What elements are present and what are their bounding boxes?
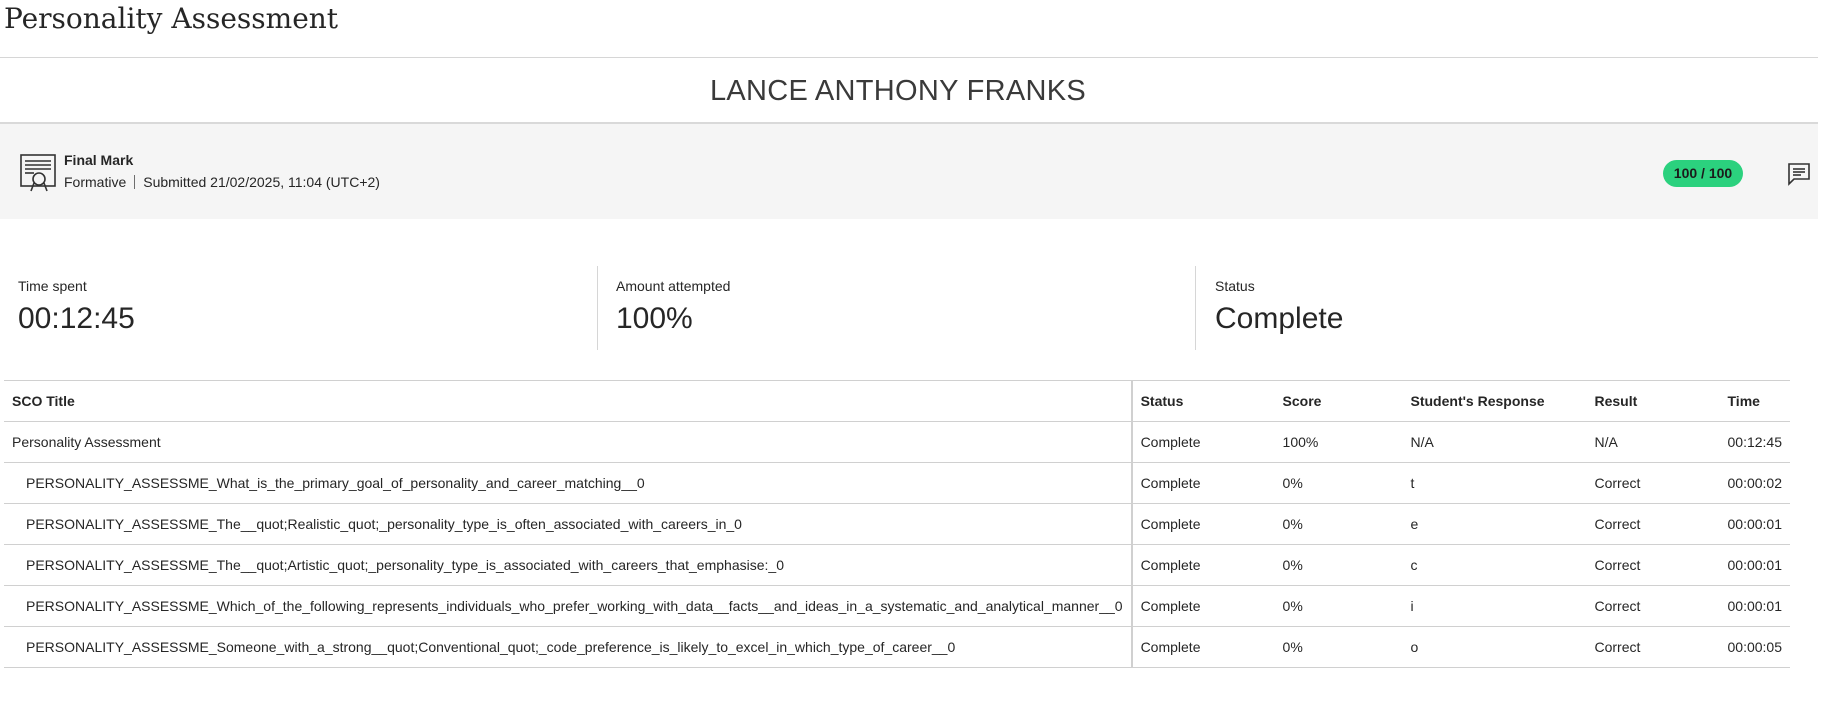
table-row: PERSONALITY_ASSESSME_What_is_the_primary… [4,462,1790,504]
sco-score: 100% [1274,421,1403,463]
stat-amount-attempted: Amount attempted 100% [616,266,730,352]
sco-score: 0% [1274,626,1403,668]
sco-response: i [1402,585,1587,627]
sco-title: PERSONALITY_ASSESSME_The__quot;Artistic_… [4,544,1133,586]
final-mark-panel: Final Mark Formative Submitted 21/02/2025… [0,124,1818,219]
sco-time: 00:00:02 [1719,462,1790,504]
stat-amount-attempted-label: Amount attempted [616,278,731,294]
sco-response: e [1402,503,1587,545]
table-row: PERSONALITY_ASSESSME_The__quot;Artistic_… [4,544,1790,586]
table-header-row: SCO Title Status Score Student's Respons… [4,380,1790,422]
sco-score: 0% [1274,585,1403,627]
sco-score: 0% [1274,503,1403,545]
sco-score: 0% [1274,544,1403,586]
stat-time-spent-value: 00:12:45 [18,302,135,335]
sco-title: Personality Assessment [4,421,1133,463]
stat-status: Status Complete [1215,266,1343,352]
sco-result: Correct [1586,503,1720,545]
column-header-time[interactable]: Time [1719,380,1790,422]
sco-result: Correct [1586,544,1720,586]
sco-title: PERSONALITY_ASSESSME_Which_of_the_follow… [4,585,1133,627]
table-row: PERSONALITY_ASSESSME_Which_of_the_follow… [4,585,1790,627]
sco-table: SCO Title Status Score Student's Respons… [4,380,1790,668]
final-mark-meta: Formative Submitted 21/02/2025, 11:04 (UT… [64,174,380,190]
sco-time: 00:00:01 [1719,503,1790,545]
stat-divider [1195,266,1196,350]
feedback-comment-icon[interactable] [1787,162,1811,186]
sco-status: Complete [1131,503,1275,545]
sco-status: Complete [1131,626,1275,668]
sco-status: Complete [1131,585,1275,627]
certificate-icon [20,153,56,193]
table-row: PERSONALITY_ASSESSME_Someone_with_a_stro… [4,626,1790,668]
column-header-student-response[interactable]: Student's Response [1402,380,1587,422]
sco-result: N/A [1586,421,1720,463]
sco-time: 00:00:05 [1719,626,1790,668]
sco-result: Correct [1586,585,1720,627]
stat-amount-attempted-value: 100% [616,302,693,335]
sco-response: o [1402,626,1587,668]
stat-time-spent: Time spent 00:12:45 [18,266,135,352]
sco-response: N/A [1402,421,1587,463]
sco-status: Complete [1131,421,1275,463]
final-mark-title: Final Mark [64,152,134,168]
sco-time: 00:00:01 [1719,585,1790,627]
sco-result: Correct [1586,626,1720,668]
sco-score: 0% [1274,462,1403,504]
page-title: Personality Assessment [4,2,339,35]
stat-status-value: Complete [1215,302,1344,335]
column-header-sco-title[interactable]: SCO Title [4,380,1133,422]
assessment-type: Formative [64,174,127,190]
column-header-status[interactable]: Status [1131,380,1275,422]
column-header-result[interactable]: Result [1586,380,1720,422]
submission-date: Submitted 21/02/2025, 11:04 (UTC+2) [143,174,380,190]
table-row: Personality Assessment Complete 100% N/A… [4,421,1790,463]
sco-status: Complete [1131,462,1275,504]
sco-time: 00:12:45 [1719,421,1790,463]
sco-title: PERSONALITY_ASSESSME_The__quot;Realistic… [4,503,1133,545]
sco-time: 00:00:01 [1719,544,1790,586]
stat-status-label: Status [1215,278,1255,294]
stat-time-spent-label: Time spent [18,278,87,294]
column-header-score[interactable]: Score [1274,380,1403,422]
sco-result: Correct [1586,462,1720,504]
sco-title: PERSONALITY_ASSESSME_What_is_the_primary… [4,462,1133,504]
table-row: PERSONALITY_ASSESSME_The__quot;Realistic… [4,503,1790,545]
sco-response: t [1402,462,1587,504]
sco-status: Complete [1131,544,1275,586]
meta-separator [134,175,136,189]
sco-title: PERSONALITY_ASSESSME_Someone_with_a_stro… [4,626,1133,668]
score-badge[interactable]: 100 / 100 [1663,160,1743,187]
student-name: LANCE ANTHONY FRANKS [709,75,1087,107]
sco-response: c [1402,544,1587,586]
stat-divider [597,266,598,350]
